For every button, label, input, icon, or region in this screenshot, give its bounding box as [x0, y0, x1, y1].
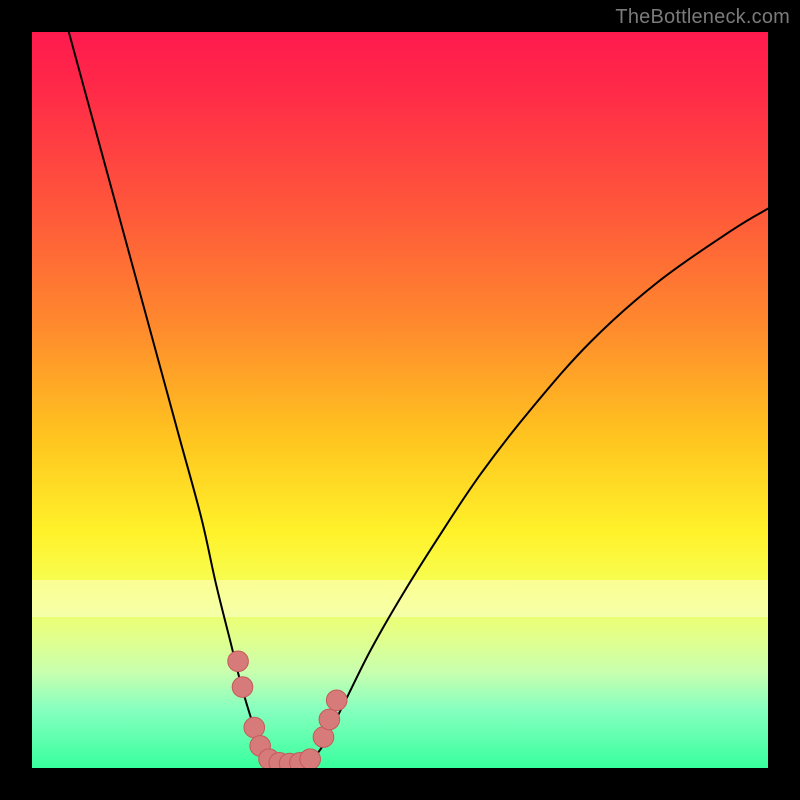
data-marker	[300, 749, 321, 768]
outer-frame: TheBottleneck.com	[0, 0, 800, 800]
series-group	[69, 32, 768, 765]
data-marker	[326, 690, 347, 711]
chart-svg	[32, 32, 768, 768]
data-marker	[244, 717, 265, 738]
series-right-branch	[312, 209, 768, 761]
data-marker	[232, 677, 253, 698]
plot-area	[32, 32, 768, 768]
data-marker	[228, 651, 249, 672]
marker-group	[228, 651, 347, 768]
data-marker	[319, 709, 340, 730]
watermark-text: TheBottleneck.com	[615, 6, 790, 29]
